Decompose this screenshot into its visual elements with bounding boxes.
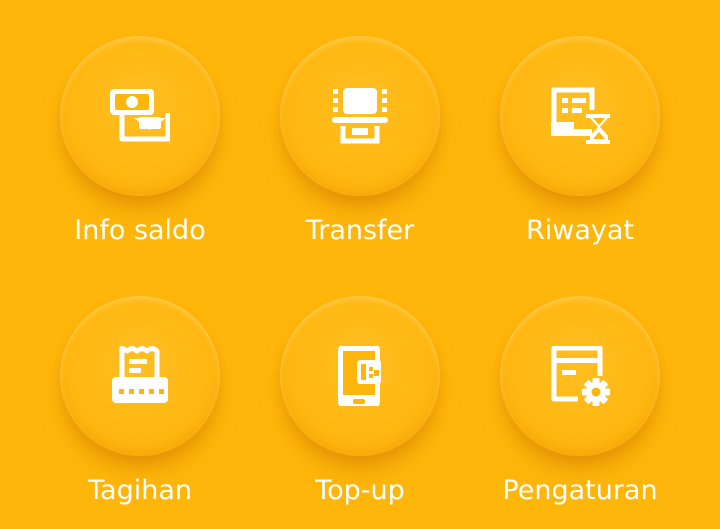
menu-item-label: Transfer xyxy=(305,215,415,246)
menu-grid: Info saldo Transfer Riwayat Tagihan Top-… xyxy=(0,0,720,529)
settings-gear-icon xyxy=(550,346,610,406)
menu-item-riwayat[interactable]: Riwayat xyxy=(480,36,680,256)
menu-item-label: Pengaturan xyxy=(502,475,658,506)
menu-item-info-saldo[interactable]: Info saldo xyxy=(40,36,240,256)
menu-item-tagihan[interactable]: Tagihan xyxy=(40,296,240,516)
atm-transfer-icon xyxy=(330,86,390,146)
menu-item-pengaturan[interactable]: Pengaturan xyxy=(480,296,680,516)
mobile-topup-icon xyxy=(330,346,390,406)
history-hourglass-icon xyxy=(550,86,610,146)
menu-item-label: Top-up xyxy=(315,475,405,506)
menu-item-label: Tagihan xyxy=(88,475,192,506)
menu-item-label: Riwayat xyxy=(526,215,634,246)
menu-item-top-up[interactable]: Top-up xyxy=(260,296,460,516)
bill-receipt-icon xyxy=(110,346,170,406)
menu-item-label: Info saldo xyxy=(74,215,206,246)
menu-item-transfer[interactable]: Transfer xyxy=(260,36,460,256)
balance-info-icon xyxy=(110,86,170,146)
